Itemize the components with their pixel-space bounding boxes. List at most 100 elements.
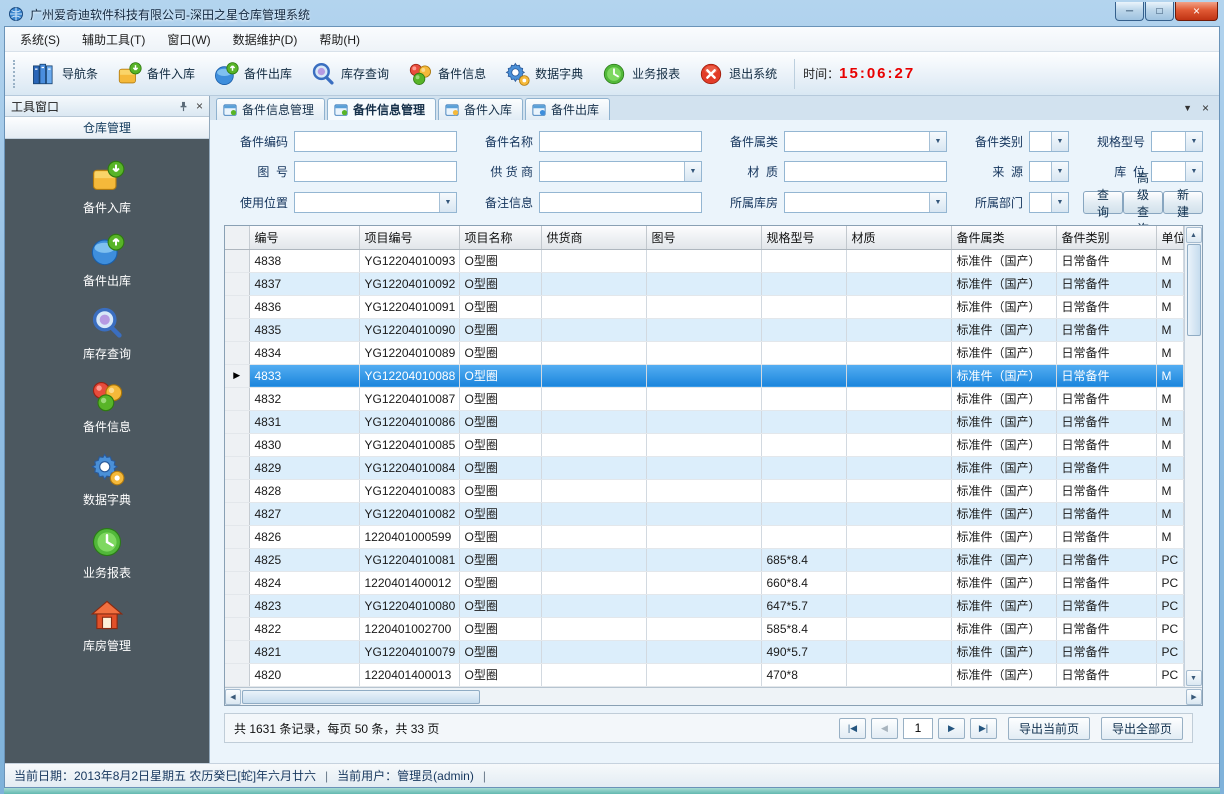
table-cell[interactable] [646,594,761,617]
table-row[interactable]: 4830YG12204010085O型圈标准件（国产）日常备件M [225,433,1183,456]
table-cell[interactable]: 标准件（国产） [951,525,1056,548]
table-cell[interactable] [646,272,761,295]
table-cell[interactable] [846,594,951,617]
warehouse-select[interactable]: ▼ [784,192,947,213]
table-cell[interactable]: 标准件（国产） [951,318,1056,341]
tab-parts-outbound[interactable]: 备件出库 [525,98,610,120]
toolbar-navbar-button[interactable]: 导航条 [22,57,107,91]
spec-model-select[interactable]: ▼ [1151,131,1203,152]
sidebar-item-parts-outbound[interactable]: 备件出库 [13,224,201,297]
horizontal-scrollbar[interactable]: ◀ ▶ [225,687,1202,705]
sidebar-item-warehouse-manage[interactable]: 库房管理 [13,589,201,662]
query-button[interactable]: 查询 [1083,191,1123,214]
table-cell[interactable] [541,387,646,410]
table-cell[interactable]: YG12204010086 [359,410,459,433]
table-cell[interactable]: 685*8.4 [761,548,846,571]
table-cell[interactable]: M [1156,502,1183,525]
table-cell[interactable]: 4838 [249,249,359,272]
table-cell[interactable]: M [1156,525,1183,548]
table-cell[interactable]: 4836 [249,295,359,318]
table-cell[interactable]: 标准件（国产） [951,295,1056,318]
part-name-input[interactable] [539,131,702,152]
table-cell[interactable]: 1220401400012 [359,571,459,594]
close-icon[interactable]: × [196,99,203,113]
minimize-button[interactable]: ─ [1115,2,1144,21]
table-cell[interactable] [541,456,646,479]
table-cell[interactable]: O型圈 [459,502,541,525]
table-cell[interactable] [846,548,951,571]
table-cell[interactable] [541,571,646,594]
table-cell[interactable]: 4832 [249,387,359,410]
table-cell[interactable]: 4831 [249,410,359,433]
table-row[interactable]: 4834YG12204010089O型圈标准件（国产）日常备件M [225,341,1183,364]
table-cell[interactable]: YG12204010080 [359,594,459,617]
table-row[interactable]: 4827YG12204010082O型圈标准件（国产）日常备件M [225,502,1183,525]
menu-item-window[interactable]: 窗口(W) [156,27,221,52]
table-cell[interactable]: YG12204010081 [359,548,459,571]
table-cell[interactable]: PC [1156,548,1183,571]
table-cell[interactable]: PC [1156,571,1183,594]
table-cell[interactable] [541,364,646,387]
table-cell[interactable]: 日常备件 [1056,364,1156,387]
table-cell[interactable] [846,502,951,525]
table-cell[interactable]: M [1156,341,1183,364]
table-cell[interactable]: O型圈 [459,410,541,433]
first-page-button[interactable]: |◀ [839,718,866,739]
table-row[interactable]: 48241220401400012O型圈660*8.4标准件（国产）日常备件PC [225,571,1183,594]
table-cell[interactable] [846,663,951,686]
table-cell[interactable]: 标准件（国产） [951,410,1056,433]
table-cell[interactable]: YG12204010085 [359,433,459,456]
table-cell[interactable] [846,410,951,433]
table-cell[interactable] [846,456,951,479]
column-header-spec-model[interactable]: 规格型号 [761,226,846,249]
toolbar-stock-query-button[interactable]: 库存查询 [301,57,398,91]
table-cell[interactable]: PC [1156,594,1183,617]
table-cell[interactable] [646,663,761,686]
table-cell[interactable] [761,433,846,456]
column-header-project-code[interactable]: 项目编号 [359,226,459,249]
table-cell[interactable] [846,571,951,594]
drawing-no-input[interactable] [294,161,457,182]
toolbar-data-dictionary-button[interactable]: 数据字典 [495,57,592,91]
table-cell[interactable]: M [1156,387,1183,410]
table-cell[interactable] [646,525,761,548]
table-cell[interactable] [646,456,761,479]
location-select[interactable]: ▼ [1151,161,1203,182]
table-cell[interactable]: O型圈 [459,272,541,295]
table-cell[interactable] [541,318,646,341]
table-cell[interactable] [646,410,761,433]
table-cell[interactable]: 日常备件 [1056,341,1156,364]
table-row[interactable]: 48261220401000599O型圈标准件（国产）日常备件M [225,525,1183,548]
table-cell[interactable] [846,617,951,640]
table-cell[interactable]: 4829 [249,456,359,479]
table-cell[interactable]: M [1156,249,1183,272]
table-cell[interactable]: 日常备件 [1056,456,1156,479]
table-cell[interactable]: O型圈 [459,548,541,571]
chevron-down-icon[interactable]: ▼ [1051,162,1068,181]
previous-page-button[interactable]: ◀ [871,718,898,739]
table-cell[interactable]: 标准件（国产） [951,456,1056,479]
table-cell[interactable]: O型圈 [459,456,541,479]
table-cell[interactable] [646,387,761,410]
table-row[interactable]: 4828YG12204010083O型圈标准件（国产）日常备件M [225,479,1183,502]
next-page-button[interactable]: ▶ [938,718,965,739]
menu-item-tools[interactable]: 辅助工具(T) [71,27,156,52]
table-row[interactable]: 48201220401400013O型圈470*8标准件（国产）日常备件PC [225,663,1183,686]
table-cell[interactable]: 标准件（国产） [951,272,1056,295]
export-current-page-button[interactable]: 导出当前页 [1008,717,1090,740]
remark-input[interactable] [539,192,702,213]
table-cell[interactable]: M [1156,433,1183,456]
close-button[interactable]: × [1175,2,1218,21]
table-cell[interactable]: 470*8 [761,663,846,686]
table-cell[interactable]: 1220401400013 [359,663,459,686]
department-select[interactable]: ▼ [1029,192,1069,213]
table-cell[interactable] [761,364,846,387]
table-cell[interactable] [541,640,646,663]
table-cell[interactable] [761,249,846,272]
table-cell[interactable]: M [1156,295,1183,318]
table-cell[interactable]: YG12204010091 [359,295,459,318]
maximize-button[interactable]: □ [1145,2,1174,21]
column-header-part-type[interactable]: 备件类别 [1056,226,1156,249]
table-cell[interactable] [541,594,646,617]
table-cell[interactable] [541,479,646,502]
